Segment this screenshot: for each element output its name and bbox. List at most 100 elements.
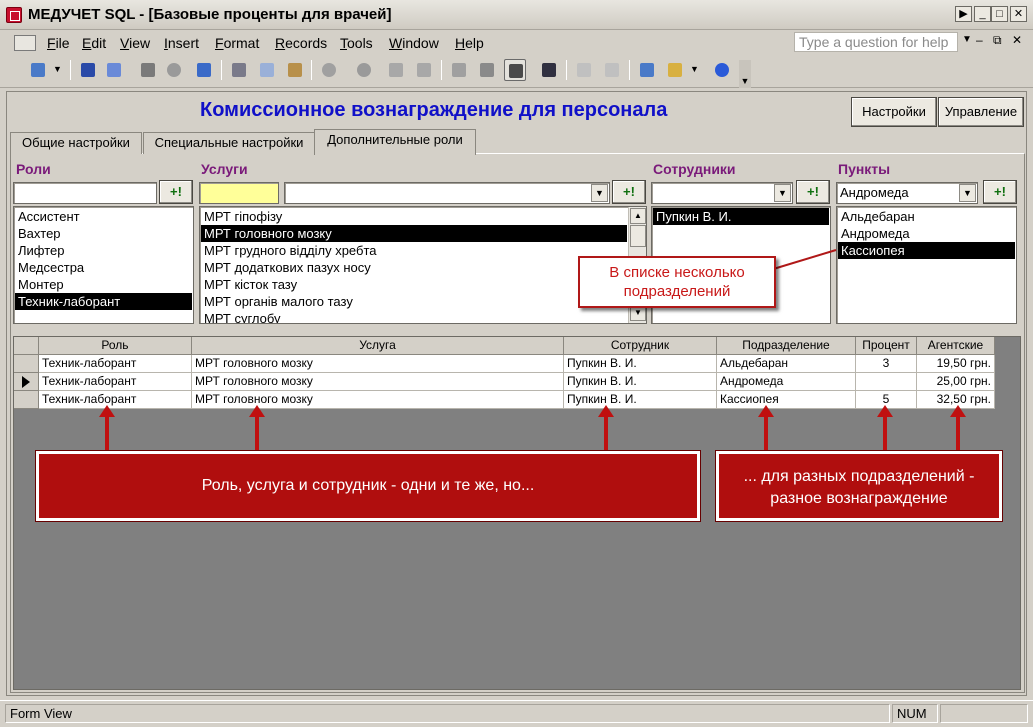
close-button[interactable]: ✕ — [1010, 6, 1027, 22]
database-window-icon[interactable] — [636, 59, 658, 81]
roles-add-button[interactable]: +! — [159, 180, 193, 204]
menu-help[interactable]: Help — [455, 35, 484, 51]
delete-record-icon[interactable] — [601, 59, 623, 81]
menu-format[interactable]: Format — [215, 35, 259, 51]
paste-icon[interactable] — [284, 59, 306, 81]
spelling-icon[interactable] — [193, 59, 215, 81]
employee-dropdown-icon[interactable]: ▼ — [774, 184, 791, 202]
points-dropdown-icon[interactable]: ▼ — [959, 184, 976, 202]
new-record-icon[interactable] — [573, 59, 595, 81]
design-view-icon[interactable] — [27, 59, 49, 81]
find-icon[interactable] — [538, 59, 560, 81]
grid-header-employee[interactable]: Сотрудник — [564, 337, 717, 355]
table-cell[interactable]: МРТ головного мозку — [192, 373, 564, 391]
copy-icon[interactable] — [256, 59, 278, 81]
list-item[interactable]: МРТ суглобу — [201, 310, 627, 323]
print-icon[interactable] — [137, 59, 159, 81]
menu-tools[interactable]: Tools — [340, 35, 373, 51]
list-item-selected[interactable]: Пупкин В. И. — [653, 208, 829, 225]
table-cell[interactable]: Пупкин В. И. — [564, 355, 717, 373]
menu-view[interactable]: View — [120, 35, 150, 51]
new-object-dropdown-icon[interactable]: ▼ — [690, 64, 699, 74]
maximize-button[interactable]: □ — [991, 6, 1008, 22]
grid-header-service[interactable]: Услуга — [192, 337, 564, 355]
form-menu-icon[interactable] — [14, 35, 36, 51]
menu-edit[interactable]: Edit — [82, 35, 106, 51]
table-cell[interactable]: Техник-лаборант — [39, 373, 192, 391]
filter-by-form-icon[interactable] — [476, 59, 498, 81]
employees-add-button[interactable]: +! — [796, 180, 830, 204]
filter-by-selection-icon[interactable] — [448, 59, 470, 81]
list-item[interactable]: Вахтер — [15, 225, 192, 242]
grid-header-percent[interactable]: Процент — [856, 337, 917, 355]
list-item[interactable]: МРТ кісток тазу — [201, 276, 627, 293]
menu-file[interactable]: File — [47, 35, 70, 51]
roles-list[interactable]: Ассистент Вахтер Лифтер Медсестра Монтер… — [13, 206, 194, 324]
table-cell[interactable]: МРТ головного мозку — [192, 391, 564, 409]
table-cell[interactable]: 25,00 грн. — [917, 373, 995, 391]
table-cell[interactable]: Техник-лаборант — [39, 391, 192, 409]
list-item[interactable]: Медсестра — [15, 259, 192, 276]
print-preview-icon[interactable] — [163, 59, 185, 81]
undo-icon[interactable] — [318, 59, 340, 81]
table-cell[interactable]: Пупкин В. И. — [564, 373, 717, 391]
roles-filter-input[interactable] — [13, 182, 157, 204]
menu-insert[interactable]: Insert — [164, 35, 199, 51]
list-item[interactable]: МРТ додаткових пазух носу — [201, 259, 627, 276]
grid-header-agency[interactable]: Агентские — [917, 337, 995, 355]
points-list[interactable]: Альдебаран Андромеда Кассиопея — [836, 206, 1017, 324]
list-item[interactable]: Альдебаран — [838, 208, 1015, 225]
row-selector[interactable] — [14, 355, 39, 373]
service-dropdown-icon[interactable]: ▼ — [591, 184, 608, 202]
list-item[interactable]: Монтер — [15, 276, 192, 293]
app-icon[interactable] — [6, 7, 22, 23]
table-cell[interactable] — [856, 373, 917, 391]
points-add-button[interactable]: +! — [983, 180, 1017, 204]
list-item[interactable]: Андромеда — [838, 225, 1015, 242]
table-cell[interactable]: МРТ головного мозку — [192, 355, 564, 373]
save-icon[interactable] — [77, 59, 99, 81]
services-add-button[interactable]: +! — [612, 180, 646, 204]
service-code-input[interactable] — [199, 182, 279, 204]
table-cell[interactable]: Кассиопея — [717, 391, 856, 409]
control-button[interactable]: Управление — [938, 97, 1024, 127]
doc-restore-button[interactable]: ⧉ — [993, 33, 1002, 48]
tab-additional-roles[interactable]: Дополнительные роли — [314, 129, 476, 155]
grid-header-department[interactable]: Подразделение — [717, 337, 856, 355]
list-item[interactable]: Лифтер — [15, 242, 192, 259]
list-item[interactable]: МРТ органів малого тазу — [201, 293, 627, 310]
scroll-thumb[interactable] — [630, 225, 646, 247]
hyperlink-icon[interactable] — [353, 59, 375, 81]
list-item[interactable]: Ассистент — [15, 208, 192, 225]
list-item[interactable]: МРТ гіпофізу — [201, 208, 627, 225]
service-combo[interactable] — [284, 182, 610, 204]
list-item[interactable]: МРТ грудного відділу хребта — [201, 242, 627, 259]
row-selector[interactable] — [14, 391, 39, 409]
scroll-up-icon[interactable]: ▲ — [630, 208, 646, 224]
tab-general-settings[interactable]: Общие настройки — [10, 132, 142, 154]
tab-special-settings[interactable]: Специальные настройки — [143, 132, 315, 154]
help-search-input[interactable]: Type a question for help — [794, 32, 958, 52]
row-selector-current[interactable] — [14, 373, 39, 391]
help-icon[interactable] — [711, 59, 733, 81]
scroll-right-icon[interactable]: ▶ — [955, 6, 972, 22]
points-combo[interactable]: Андромеда — [836, 182, 978, 204]
minimize-button[interactable]: _ — [974, 6, 991, 22]
grid-header-role[interactable]: Роль — [39, 337, 192, 355]
table-cell[interactable]: Техник-лаборант — [39, 355, 192, 373]
employee-combo[interactable] — [651, 182, 793, 204]
table-cell[interactable]: 3 — [856, 355, 917, 373]
new-object-icon[interactable] — [664, 59, 686, 81]
table-cell[interactable]: Альдебаран — [717, 355, 856, 373]
cut-icon[interactable] — [228, 59, 250, 81]
apply-filter-icon[interactable] — [504, 59, 526, 81]
list-item-selected[interactable]: Кассиопея — [838, 242, 1015, 259]
help-dropdown-icon[interactable]: ▼ — [962, 34, 972, 45]
list-item-selected[interactable]: Техник-лаборант — [15, 293, 192, 310]
sort-descending-icon[interactable] — [413, 59, 435, 81]
list-item-selected[interactable]: МРТ головного мозку — [201, 225, 627, 242]
sort-ascending-icon[interactable] — [385, 59, 407, 81]
menu-window[interactable]: Window — [389, 35, 439, 51]
doc-close-button[interactable]: ✕ — [1012, 33, 1022, 47]
menu-records[interactable]: Records — [275, 35, 327, 51]
